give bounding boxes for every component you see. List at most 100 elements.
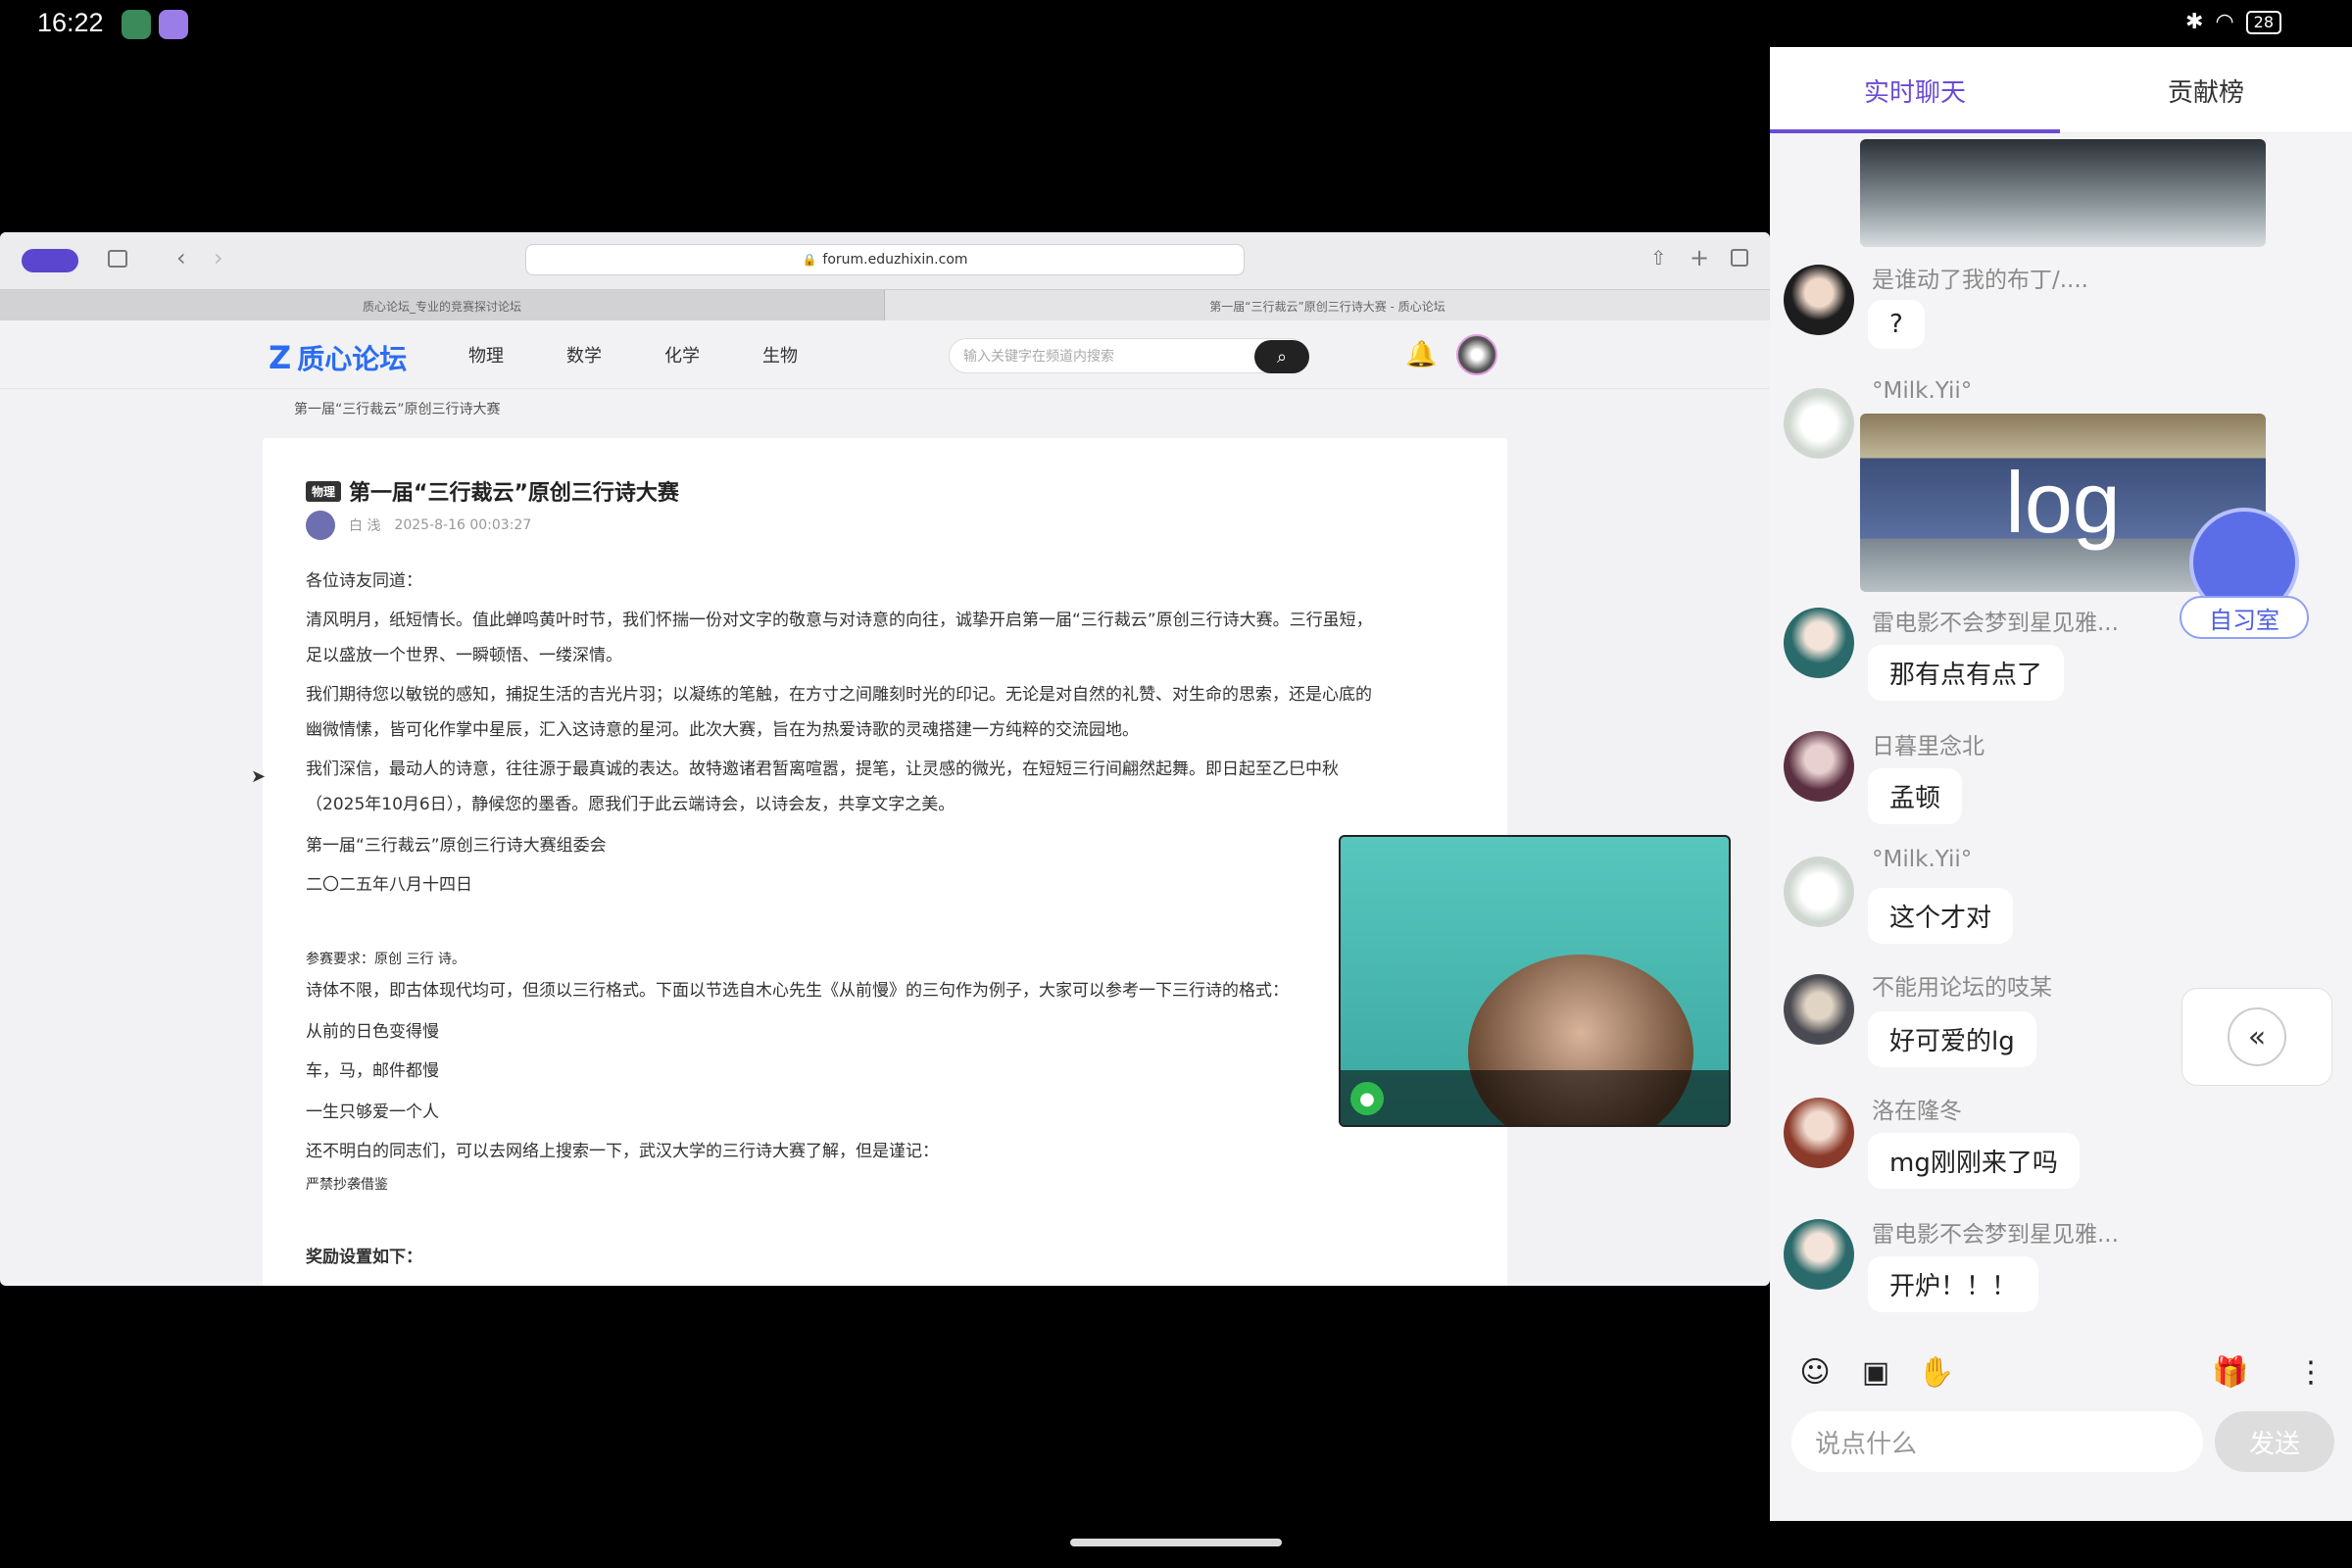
browser-tab[interactable]: 质心论坛_专业的竞赛探讨论坛	[0, 290, 885, 321]
breadcrumb[interactable]: 第一届“三行裁云”原创三行诗大赛	[294, 399, 501, 418]
tab-live-chat[interactable]: 实时聊天	[1864, 73, 1966, 109]
emoji-icon[interactable]: ☺	[1797, 1354, 1833, 1390]
video-app-icon	[159, 10, 188, 39]
search-button[interactable]: ⌕	[1254, 340, 1309, 373]
chat-bubble: 开炉！！！	[1868, 1256, 2039, 1312]
gift-icon[interactable]: 🎁	[2212, 1354, 2248, 1390]
article-meta: 白 浅 2025-8-16 00:03:27	[306, 511, 531, 540]
home-indicator[interactable]	[1070, 1539, 1282, 1546]
avatar[interactable]	[1784, 1098, 1854, 1168]
chat-username: 洛在隆冬	[1872, 1099, 1962, 1124]
chat-input[interactable]: 说点什么	[1791, 1411, 2203, 1472]
paragraph: 二〇二五年八月十四日	[306, 875, 472, 895]
paragraph: 参赛要求：原创 三行 诗。	[306, 952, 466, 967]
browser-window: ‹ › 🔒 forum.eduzhixin.com ⇧ + 质心论坛_专业的竞赛…	[0, 232, 1770, 1286]
tabs-overview-icon[interactable]	[1731, 249, 1748, 267]
video-control-bar	[1341, 1070, 1729, 1125]
chat-bubble: mg刚刚来了吗	[1868, 1133, 2080, 1189]
active-tab-indicator	[1770, 129, 2060, 133]
tab-bar: 质心论坛_专业的竞赛探讨论坛 第一届“三行裁云”原创三行诗大赛 - 质心论坛	[0, 289, 1770, 321]
share-icon[interactable]: ⇧	[1650, 246, 1667, 270]
battery-icon: 28	[2245, 10, 2281, 34]
paragraph: 我们期待您以敏锐的感知，捕捉生活的吉光片羽；以凝练的笔触，在方寸之间雕刻时光的印…	[306, 685, 1372, 705]
back-icon[interactable]: ‹	[176, 244, 186, 271]
logo-icon: Z	[269, 339, 292, 376]
app-notification-icon	[122, 10, 151, 39]
image-icon[interactable]: ▣	[1858, 1354, 1893, 1390]
video-call-window[interactable]: ●	[1339, 835, 1731, 1127]
poem-line: 车，马，邮件都慢	[306, 1061, 439, 1081]
status-icons: ✱ ◠ 28	[2185, 10, 2281, 34]
bell-icon[interactable]: 🔔	[1405, 340, 1437, 369]
chat-bubble: 孟顿	[1868, 768, 1963, 824]
chat-panel: 实时聊天 贡献榜 是谁动了我的布丁/.... ? °Milk.Yii° log …	[1770, 47, 2352, 1521]
chat-username: °Milk.Yii°	[1872, 847, 1973, 872]
paragraph: 清风明月，纸短情长。值此蝉鸣黄叶时节，我们怀揣一份对文字的敬意与对诗意的向往，诚…	[306, 611, 1373, 630]
url-bar[interactable]: 🔒 forum.eduzhixin.com	[525, 244, 1245, 275]
nav-biology[interactable]: 生物	[762, 342, 798, 368]
image-message[interactable]	[1860, 139, 2266, 247]
mouse-cursor-icon: ➤	[251, 766, 267, 787]
avatar[interactable]	[1784, 974, 1854, 1045]
chat-bubble: 好可爱的lg	[1868, 1011, 2036, 1067]
avatar[interactable]	[1784, 1219, 1854, 1290]
forward-icon[interactable]: ›	[214, 244, 223, 271]
nav-math[interactable]: 数学	[566, 342, 602, 368]
paragraph: 幽微情愫，皆可化作掌中星辰，汇入这诗意的星河。此次大赛，旨在为热爱诗歌的灵魂搭建…	[306, 720, 1139, 740]
post-date: 2025-8-16 00:03:27	[394, 517, 532, 533]
chat-input-area: ☺ ▣ ✋ 🎁 ⋮ 说点什么 发送	[1770, 1337, 2352, 1521]
double-chevron-left-icon: «	[2228, 1007, 2286, 1066]
nav-physics[interactable]: 物理	[468, 342, 504, 368]
microphone-icon[interactable]: ●	[1350, 1082, 1384, 1115]
paragraph: （2025年10月6日），静候您的墨香。愿我们于此云端诗会，以诗会友，共享文字之…	[306, 795, 956, 814]
collapse-button[interactable]: «	[2181, 988, 2332, 1086]
bluetooth-icon: ✱	[2185, 10, 2204, 34]
author-avatar[interactable]	[306, 511, 335, 540]
chat-tabs: 实时聊天 贡献榜	[1770, 47, 2352, 133]
new-tab-icon[interactable]: +	[1690, 244, 1709, 271]
article-card: 物理 第一届“三行裁云”原创三行诗大赛 白 浅 2025-8-16 00:03:…	[263, 438, 1507, 1286]
article-title: 物理 第一届“三行裁云”原创三行诗大赛	[306, 475, 679, 507]
avatar[interactable]	[1784, 731, 1854, 802]
avatar[interactable]	[1784, 388, 1854, 459]
paragraph: 足以盛放一个世界、一瞬顿悟、一缕深情。	[306, 646, 622, 665]
paragraph: 我们深信，最动人的诗意，往往源于最真诚的表达。故特邀诸君暂离喧嚣，提笔，让灵感的…	[306, 760, 1339, 779]
search-icon: ⌕	[1276, 346, 1288, 368]
raise-hand-icon[interactable]: ✋	[1918, 1354, 1954, 1390]
sidebar-icon[interactable]	[108, 250, 127, 268]
lock-icon: 🔒	[802, 253, 817, 267]
study-room-widget[interactable]: 自习室	[2180, 508, 2317, 645]
user-avatar[interactable]	[1456, 334, 1497, 375]
window-button[interactable]	[22, 249, 78, 272]
url-text: forum.eduzhixin.com	[822, 252, 968, 268]
avatar[interactable]	[1784, 265, 1854, 335]
poem-line: 从前的日色变得慢	[306, 1022, 439, 1042]
avatar[interactable]	[1784, 857, 1854, 927]
subject-tag: 物理	[306, 480, 342, 502]
avatar[interactable]	[1784, 608, 1854, 678]
chat-bubble: 这个才对	[1868, 888, 2014, 944]
paragraph: 第一届“三行裁云”原创三行诗大赛组委会	[306, 836, 607, 856]
more-options-icon[interactable]: ⋮	[2293, 1354, 2328, 1390]
send-button[interactable]: 发送	[2215, 1411, 2334, 1472]
browser-tab[interactable]: 第一届“三行裁云”原创三行诗大赛 - 质心论坛	[885, 290, 1770, 321]
chat-username: 雷电影不会梦到星见雅...	[1872, 1222, 2119, 1248]
status-time: 16:22	[37, 8, 104, 37]
chat-username: 不能用论坛的吱某	[1872, 975, 2052, 1001]
chat-username: 日暮里念北	[1872, 734, 1984, 760]
browser-toolbar: ‹ › 🔒 forum.eduzhixin.com ⇧ +	[0, 232, 1770, 289]
chat-bubble: 那有点有点了	[1868, 645, 2065, 701]
paragraph: 严禁抄袭借鉴	[306, 1177, 388, 1193]
paragraph: 各位诗友同道：	[306, 571, 422, 591]
chat-username: 雷电影不会梦到星见雅...	[1872, 611, 2119, 636]
chat-username: 是谁动了我的布丁/....	[1872, 268, 2088, 293]
tab-contribution[interactable]: 贡献榜	[2168, 73, 2244, 109]
site-logo[interactable]: Z 质心论坛	[269, 338, 407, 377]
chat-bubble: ?	[1868, 300, 1925, 349]
paragraph: 奖励设置如下：	[306, 1248, 422, 1267]
nav-chemistry[interactable]: 化学	[664, 342, 700, 368]
wifi-icon: ◠	[2215, 10, 2234, 34]
chat-username: °Milk.Yii°	[1872, 378, 1973, 404]
author-name[interactable]: 白 浅	[349, 515, 380, 535]
paragraph: 还不明白的同志们，可以去网络上搜索一下，武汉大学的三行诗大赛了解，但是谨记：	[306, 1142, 939, 1161]
